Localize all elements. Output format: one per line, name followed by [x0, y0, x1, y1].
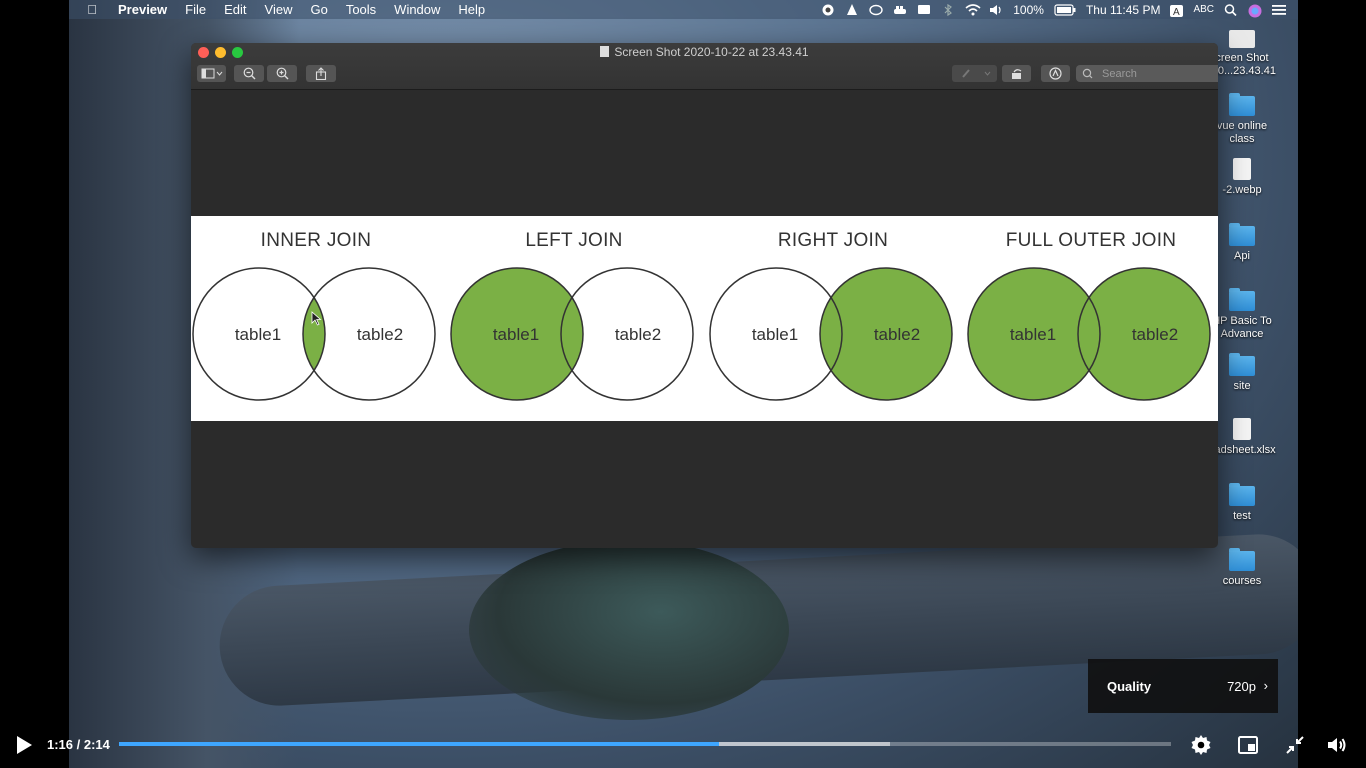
menu-window[interactable]: Window — [394, 2, 440, 17]
window-title: Screen Shot 2020-10-22 at 23.43.41 — [191, 45, 1218, 59]
apple-menu-icon[interactable]:  — [85, 2, 99, 17]
quality-value: 720p — [1227, 679, 1256, 694]
vlc-icon[interactable] — [845, 3, 859, 16]
venn-label-left: table1 — [493, 325, 539, 344]
zoom-in-button[interactable] — [267, 65, 297, 82]
notification-icon[interactable] — [917, 4, 931, 16]
markup-toolbar-button[interactable] — [1041, 65, 1070, 82]
spotlight-search-icon[interactable] — [1224, 3, 1238, 16]
siri-icon[interactable] — [1248, 4, 1262, 17]
venn-both: table1 table2 — [967, 267, 1211, 401]
file-icon — [1233, 158, 1251, 180]
battery-percent: 100% — [1013, 2, 1044, 17]
venn-left: table1 table2 — [450, 267, 694, 401]
folder-icon — [1229, 548, 1255, 571]
preview-window: Screen Shot 2020-10-22 at 23.43.41 Searc… — [191, 43, 1218, 548]
rotate-button[interactable] — [1002, 65, 1031, 82]
wallpaper-creature — [469, 540, 789, 720]
progress-bar[interactable] — [119, 742, 1171, 746]
rotate-icon — [1011, 68, 1021, 79]
menubar-clock[interactable]: Thu 11:45 PM — [1086, 3, 1160, 17]
sidebar-icon — [201, 68, 222, 79]
menu-file[interactable]: File — [185, 2, 206, 17]
folder-icon — [1229, 483, 1255, 506]
venn-label-left: table1 — [1010, 325, 1056, 344]
zoom-in-icon — [276, 67, 288, 80]
venn-label-right: table2 — [1132, 325, 1178, 344]
folder-icon — [1229, 288, 1255, 311]
quality-label: Quality — [1107, 679, 1152, 694]
zoom-out-icon — [243, 67, 255, 80]
document-icon — [600, 46, 610, 57]
menu-go[interactable]: Go — [310, 2, 327, 17]
played-bar — [119, 742, 719, 746]
search-field[interactable] — [1076, 65, 1218, 82]
folder-icon — [1229, 353, 1255, 376]
venn-right: table1 table2 — [709, 267, 953, 401]
wifi-icon[interactable] — [965, 3, 981, 16]
image-file-icon — [1229, 30, 1255, 48]
creative-cloud-icon[interactable] — [869, 4, 883, 16]
search-input[interactable] — [1100, 66, 1218, 81]
control-center-icon[interactable] — [1272, 4, 1286, 16]
quality-menu[interactable]: Quality 720p › — [1088, 659, 1278, 713]
window-title-text: Screen Shot 2020-10-22 at 23.43.41 — [614, 45, 809, 59]
sidebar-toggle-button[interactable] — [197, 65, 226, 82]
menu-edit[interactable]: Edit — [224, 2, 246, 17]
menu-app-name[interactable]: Preview — [118, 2, 167, 17]
mac-menubar:  Preview File Edit View Go Tools Window… — [69, 0, 1298, 19]
menu-view[interactable]: View — [265, 2, 293, 17]
venn-label-left: table1 — [235, 325, 281, 344]
pen-icon — [961, 69, 990, 78]
venn-label-right: table2 — [357, 325, 403, 344]
search-icon — [1082, 68, 1093, 79]
mouse-cursor-icon — [311, 311, 322, 326]
zoom-out-button[interactable] — [234, 65, 264, 82]
venn-label-right: table2 — [874, 325, 920, 344]
video-frame[interactable]:  Preview File Edit View Go Tools Window… — [69, 0, 1298, 768]
time-display: 1:16 / 2:14 — [47, 737, 110, 752]
battery-icon[interactable] — [1054, 3, 1076, 16]
status-area: 100% Thu 11:45 PM A ABC — [821, 2, 1298, 18]
join-venn-diagrams: table1 table2 table1 table2 table1 table2 tabl… — [192, 267, 1211, 401]
chevron-right-icon: › — [1263, 678, 1268, 693]
docker-icon[interactable] — [893, 4, 907, 16]
exit-fullscreen-icon[interactable] — [1283, 733, 1307, 757]
venn-label-left: table1 — [752, 325, 798, 344]
video-player:  Preview File Edit View Go Tools Window… — [0, 0, 1366, 768]
bluetooth-icon[interactable] — [941, 3, 955, 16]
venn-label-right: table2 — [615, 325, 661, 344]
window-titlebar[interactable]: Screen Shot 2020-10-22 at 23.43.41 — [191, 43, 1218, 90]
settings-gear-icon[interactable] — [1189, 733, 1213, 757]
svg-text:A: A — [1173, 7, 1180, 17]
record-icon[interactable] — [821, 4, 835, 16]
play-button[interactable] — [13, 734, 35, 756]
volume-icon[interactable] — [1325, 733, 1349, 757]
miniplayer-icon[interactable] — [1236, 733, 1260, 757]
input-source-label: ABC — [1193, 4, 1214, 15]
desktop-icon-label: courses — [1222, 575, 1262, 587]
document-image: INNER JOIN LEFT JOIN RIGHT JOIN FULL OUT… — [191, 216, 1218, 421]
desktop-folder-courses[interactable]: courses — [1206, 548, 1278, 588]
input-source-icon[interactable]: A — [1170, 4, 1184, 18]
share-icon — [315, 67, 327, 80]
folder-icon — [1229, 93, 1255, 116]
folder-icon — [1229, 223, 1255, 246]
share-button[interactable] — [306, 65, 336, 82]
venn-intersection: table1 table2 — [192, 267, 436, 401]
menu-help[interactable]: Help — [458, 2, 485, 17]
spreadsheet-file-icon — [1233, 418, 1251, 440]
markup-pen-button[interactable] — [952, 65, 997, 82]
player-controls: 1:16 / 2:14 — [0, 722, 1366, 768]
volume-icon[interactable] — [989, 4, 1003, 16]
markup-icon — [1049, 67, 1062, 80]
menu-tools[interactable]: Tools — [346, 2, 376, 17]
